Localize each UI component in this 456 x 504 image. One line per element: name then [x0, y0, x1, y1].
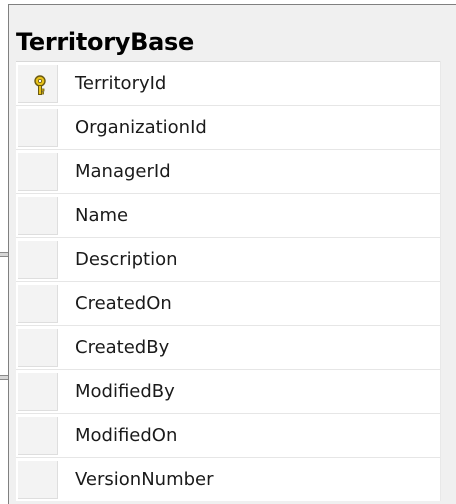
- row-selector[interactable]: [18, 241, 58, 279]
- column-name: Description: [75, 249, 178, 270]
- column-name: CreatedBy: [75, 337, 170, 358]
- column-name: OrganizationId: [75, 117, 207, 138]
- row-selector[interactable]: [18, 417, 58, 455]
- column-row[interactable]: TerritoryId: [16, 62, 440, 106]
- row-selector[interactable]: [18, 197, 58, 235]
- column-name: CreatedOn: [75, 293, 172, 314]
- column-row[interactable]: ModifiedBy: [16, 370, 440, 414]
- row-selector[interactable]: [18, 285, 58, 323]
- row-selector[interactable]: [18, 109, 58, 147]
- column-name: VersionNumber: [75, 469, 214, 490]
- column-name: ManagerId: [75, 161, 171, 182]
- grid-edge: [440, 61, 441, 501]
- column-row[interactable]: CreatedOn: [16, 282, 440, 326]
- column-row[interactable]: ModifiedOn: [16, 414, 440, 458]
- column-row[interactable]: ManagerId: [16, 150, 440, 194]
- column-row[interactable]: Description: [16, 238, 440, 282]
- row-selector[interactable]: [18, 329, 58, 367]
- relationship-connector[interactable]: [0, 252, 8, 257]
- column-row[interactable]: OrganizationId: [16, 106, 440, 150]
- row-selector[interactable]: [18, 153, 58, 191]
- row-selector[interactable]: [18, 373, 58, 411]
- column-row[interactable]: VersionNumber: [16, 458, 440, 501]
- row-selector[interactable]: [18, 65, 58, 103]
- column-name: Name: [75, 205, 129, 226]
- table-title[interactable]: TerritoryBase: [16, 26, 194, 58]
- column-row[interactable]: Name: [16, 194, 440, 238]
- column-name: TerritoryId: [75, 73, 167, 94]
- column-name: ModifiedBy: [75, 381, 175, 402]
- column-name: ModifiedOn: [75, 425, 178, 446]
- row-selector[interactable]: [18, 461, 58, 499]
- diagram-canvas: TerritoryBase TerritoryId OrganizationId…: [0, 0, 456, 504]
- relationship-connector[interactable]: [0, 375, 8, 380]
- primary-key-icon: [34, 75, 46, 95]
- column-row[interactable]: CreatedBy: [16, 326, 440, 370]
- column-grid: TerritoryId OrganizationId ManagerId Nam…: [16, 61, 440, 501]
